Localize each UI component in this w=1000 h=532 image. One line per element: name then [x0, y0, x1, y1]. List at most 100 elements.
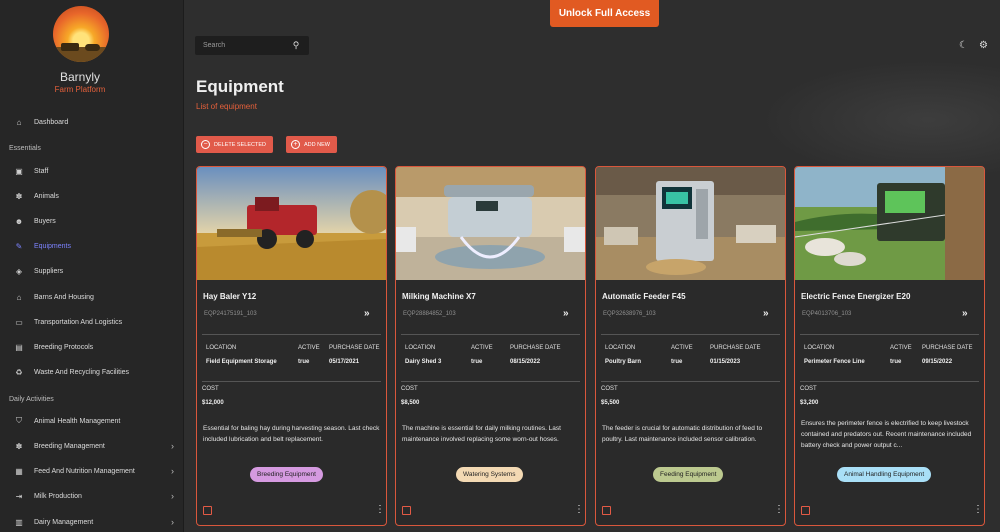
- purchase-date-label: PURCHASE DATE: [710, 345, 761, 351]
- select-checkbox[interactable]: [602, 506, 611, 515]
- sidebar-item-label: Dashboard: [34, 118, 69, 126]
- dark-mode-icon[interactable]: ☾: [959, 40, 968, 51]
- sidebar-item-equipments[interactable]: ✎ Equipments: [0, 237, 183, 255]
- sidebar-item-label: Animal Health Management: [34, 417, 121, 425]
- active-value: true: [671, 359, 683, 365]
- sidebar-item-barns[interactable]: ⌂ Barns And Housing: [0, 288, 183, 306]
- sidebar-item-label: Feed And Nutrition Management: [34, 467, 135, 475]
- sidebar-item-label: Animals: [34, 192, 59, 200]
- double-chevron-right-icon[interactable]: »: [962, 308, 968, 319]
- users-icon: ☻: [14, 216, 24, 226]
- active-label: ACTIVE: [471, 345, 493, 351]
- location-label: LOCATION: [804, 345, 835, 351]
- purchase-date-label: PURCHASE DATE: [329, 345, 380, 351]
- farm-logo: [53, 6, 109, 62]
- automatic-feeder-image: [596, 167, 785, 280]
- hay-baler-image: [197, 167, 386, 280]
- chevron-right-icon: ›: [171, 441, 174, 451]
- sidebar-item-label: Buyers: [34, 217, 56, 225]
- sidebar-item-label: Suppliers: [34, 267, 64, 275]
- sidebar-item-dairy-management[interactable]: ▥ Dairy Management ›: [0, 513, 183, 531]
- search-icon[interactable]: ⚲: [289, 40, 303, 51]
- card-description: The machine is essential for daily milki…: [402, 425, 561, 443]
- cost-label: COST: [401, 386, 418, 392]
- plus-circle-icon: +: [291, 140, 300, 149]
- sidebar-item-label: Staff: [34, 167, 49, 175]
- select-checkbox[interactable]: [203, 506, 212, 515]
- sidebar-item-milk-production[interactable]: ⇥ Milk Production ›: [0, 487, 183, 505]
- paw-icon: ✽: [15, 191, 23, 201]
- cost-value: $5,500: [601, 400, 620, 406]
- category-tag: Breeding Equipment: [250, 467, 323, 482]
- sidebar: Barnyly Farm Platform ⌂ Dashboard Essent…: [0, 0, 184, 532]
- double-chevron-right-icon[interactable]: »: [364, 308, 370, 319]
- sidebar-item-staff[interactable]: ▣ Staff: [0, 162, 183, 180]
- active-value: true: [890, 359, 902, 365]
- sidebar-item-breeding-protocols[interactable]: ▤ Breeding Protocols: [0, 338, 183, 356]
- recycle-icon: ♻: [15, 367, 23, 377]
- gear-icon[interactable]: ⚙: [979, 40, 988, 51]
- sidebar-item-label: Dairy Management: [34, 518, 94, 526]
- section-label-essentials: Essentials: [9, 145, 41, 152]
- active-value: true: [298, 359, 310, 365]
- sidebar-item-buyers[interactable]: ☻ Buyers: [0, 212, 183, 230]
- card-code: EQP4013706_103: [802, 311, 852, 317]
- delete-selected-button[interactable]: − DELETE SELECTED: [196, 136, 273, 153]
- location-value: Dairy Shed 3: [405, 359, 442, 365]
- sidebar-item-animal-health[interactable]: ⛉ Animal Health Management: [0, 412, 183, 430]
- add-new-button[interactable]: + ADD NEW: [286, 136, 337, 153]
- staff-icon: ▣: [15, 166, 23, 176]
- more-vertical-icon[interactable]: ⋮: [375, 505, 385, 515]
- select-checkbox[interactable]: [801, 506, 810, 515]
- double-chevron-right-icon[interactable]: »: [563, 308, 569, 319]
- cost-value: $8,500: [401, 400, 420, 406]
- card-description: The feeder is crucial for automatic dist…: [602, 425, 763, 443]
- purchase-date-label: PURCHASE DATE: [510, 345, 561, 351]
- sidebar-item-label: Equipments: [34, 242, 71, 250]
- equipment-card[interactable]: Automatic Feeder F45 EQP32638976_103 » L…: [595, 166, 786, 526]
- milking-machine-image: [396, 167, 585, 280]
- delete-selected-label: DELETE SELECTED: [214, 141, 266, 148]
- home-icon: ⌂: [16, 117, 22, 127]
- sidebar-item-animals[interactable]: ✽ Animals: [0, 187, 183, 205]
- page-title: Equipment: [196, 77, 284, 96]
- card-code: EQP24175191_103: [204, 311, 257, 317]
- cost-label: COST: [800, 386, 817, 392]
- card-title: Automatic Feeder F45: [602, 292, 686, 301]
- chevron-right-icon: ›: [171, 466, 174, 476]
- location-label: LOCATION: [206, 345, 237, 351]
- active-label: ACTIVE: [671, 345, 693, 351]
- sidebar-item-label: Transportation And Logistics: [34, 318, 123, 326]
- dairy-icon: ▥: [15, 517, 23, 527]
- purchase-date-value: 01/15/2023: [710, 359, 741, 365]
- handshake-icon: ◈: [15, 266, 23, 276]
- sidebar-item-suppliers[interactable]: ◈ Suppliers: [0, 262, 183, 280]
- equipment-card[interactable]: Electric Fence Energizer E20 EQP4013706_…: [794, 166, 985, 526]
- location-value: Poultry Barn: [605, 359, 642, 365]
- search-input[interactable]: Search ⚲: [195, 36, 309, 55]
- sidebar-item-feed-nutrition[interactable]: ▦ Feed And Nutrition Management ›: [0, 462, 183, 480]
- section-label-daily: Daily Activities: [9, 396, 54, 403]
- card-code: EQP28884852_103: [403, 311, 456, 317]
- more-vertical-icon[interactable]: ⋮: [774, 505, 784, 515]
- equipment-card[interactable]: Milking Machine X7 EQP28884852_103 » LOC…: [395, 166, 586, 526]
- sidebar-item-breeding-management[interactable]: ✽ Breeding Management ›: [0, 437, 183, 455]
- truck-icon: ▭: [15, 317, 23, 327]
- more-vertical-icon[interactable]: ⋮: [574, 505, 584, 515]
- sidebar-item-transportation[interactable]: ▭ Transportation And Logistics: [0, 313, 183, 331]
- minus-circle-icon: −: [201, 140, 210, 149]
- sidebar-item-dashboard[interactable]: ⌂ Dashboard: [0, 113, 183, 131]
- cost-value: $3,200: [800, 400, 819, 406]
- cost-value: $12,000: [202, 400, 224, 406]
- card-title: Electric Fence Energizer E20: [801, 292, 911, 301]
- more-vertical-icon[interactable]: ⋮: [973, 505, 983, 515]
- unlock-full-access-button[interactable]: Unlock Full Access: [550, 0, 659, 27]
- sidebar-item-label: Breeding Protocols: [34, 343, 94, 351]
- double-chevron-right-icon[interactable]: »: [763, 308, 769, 319]
- sidebar-item-label: Barns And Housing: [34, 293, 94, 301]
- milk-icon: ⇥: [15, 491, 23, 501]
- equipment-card[interactable]: Hay Baler Y12 EQP24175191_103 » LOCATION…: [196, 166, 387, 526]
- location-value: Field Equipment Storage: [206, 359, 277, 365]
- select-checkbox[interactable]: [402, 506, 411, 515]
- sidebar-item-waste[interactable]: ♻ Waste And Recycling Facilities: [0, 363, 183, 381]
